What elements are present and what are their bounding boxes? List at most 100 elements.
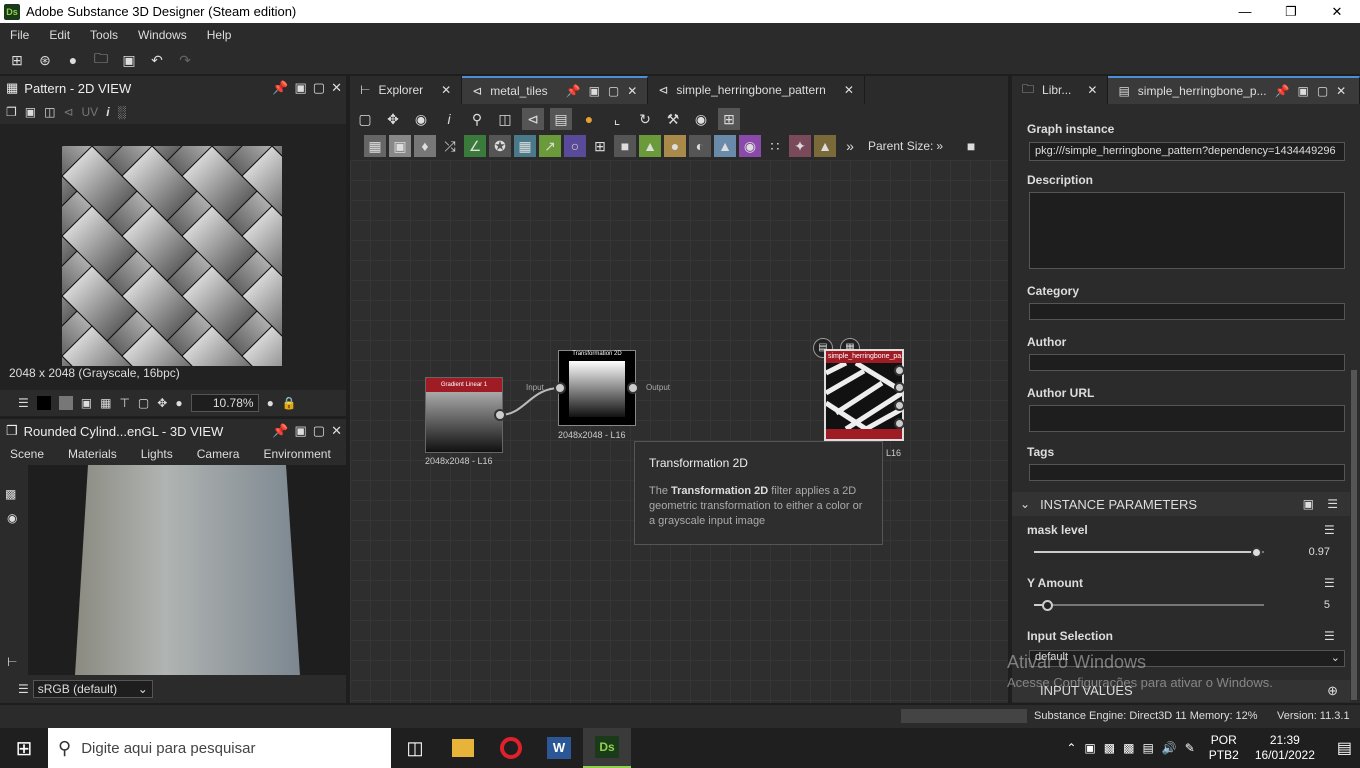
view3d-menu-environment[interactable]: Environment — [263, 447, 330, 461]
view2d-canvas[interactable]: 2048 x 2048 (Grayscale, 16bpc) — [0, 124, 346, 390]
start-button[interactable]: ⊞ — [0, 728, 48, 768]
y-amount-menu-icon[interactable]: ☰ — [1324, 576, 1335, 590]
transform-node-icon[interactable]: ▦ — [514, 135, 536, 157]
node-herringbone[interactable]: simple_herringbone_pa... — [824, 349, 904, 441]
menu-file[interactable]: File — [0, 28, 39, 42]
input-values-section[interactable]: INPUT VALUES ⊕ — [1012, 680, 1350, 702]
node-transform-output-port[interactable] — [627, 382, 639, 394]
close-icon[interactable]: ✕ — [844, 83, 854, 97]
float-icon[interactable]: ▣ — [295, 80, 307, 96]
y-amount-handle[interactable] — [1041, 600, 1053, 611]
node-layout-icon[interactable]: ⊲ — [522, 108, 544, 130]
volume-icon[interactable]: 🔊 — [1162, 741, 1177, 755]
move-icon[interactable]: ✥ — [157, 396, 167, 410]
author-field[interactable] — [1029, 354, 1345, 371]
node-gradient-linear[interactable]: Gradient Linear 1 — [425, 377, 503, 453]
lock-icon[interactable]: 🔒 — [282, 396, 297, 410]
refresh-icon[interactable]: ↻ — [634, 108, 656, 130]
tab-metal-tiles[interactable]: ⊲ metal_tiles 📌 ▣ ▢ ✕ — [462, 76, 649, 104]
grayscale-node-icon[interactable]: ◐ — [689, 135, 711, 157]
tray-chevron-up-icon[interactable]: ⌃ — [1066, 741, 1076, 755]
info-icon[interactable]: i — [106, 105, 109, 119]
connect-icon[interactable]: ● — [578, 108, 600, 130]
tab-herringbone[interactable]: ⊲ simple_herringbone_pattern ✕ — [648, 76, 865, 104]
new-package-icon[interactable]: ⊛ — [34, 49, 56, 71]
more-icon[interactable]: » — [936, 139, 943, 153]
camera-tray-icon[interactable]: ▩ — [1123, 741, 1134, 755]
maximize-panel-icon[interactable]: ▢ — [313, 423, 325, 439]
target-icon[interactable]: ◉ — [690, 108, 712, 130]
close-button[interactable]: ✕ — [1314, 0, 1360, 23]
tab-properties[interactable]: ▤ simple_herringbone_p... 📌 ▣ ▢ ✕ — [1108, 76, 1360, 104]
maximize-panel-icon[interactable]: ▢ — [313, 80, 325, 96]
props-scrollbar[interactable] — [1351, 370, 1357, 700]
opera-icon[interactable] — [487, 737, 535, 759]
node-herringbone-port-3[interactable] — [894, 400, 905, 411]
clock[interactable]: 21:39 16/01/2022 — [1255, 733, 1315, 763]
camera-icon[interactable]: ▩ — [5, 487, 16, 501]
maximize-button[interactable]: ❐ — [1268, 0, 1314, 23]
close-panel-icon[interactable]: ✕ — [331, 423, 342, 439]
info-icon[interactable]: i — [438, 108, 460, 130]
copy-icon[interactable]: ❐ — [6, 105, 17, 119]
save-image-icon[interactable]: ▣ — [25, 105, 36, 119]
image-node-icon[interactable]: ▦ — [364, 135, 386, 157]
search-icon[interactable]: ⚲ — [466, 108, 488, 130]
float-icon[interactable]: ▣ — [1297, 84, 1308, 98]
minimize-button[interactable]: — — [1222, 0, 1268, 23]
blend-node-icon[interactable]: ● — [664, 135, 686, 157]
undo-icon[interactable]: ↶ — [146, 49, 168, 71]
close-icon[interactable]: ✕ — [627, 84, 637, 98]
channels-icon[interactable]: ☰ — [18, 396, 29, 410]
menu-edit[interactable]: Edit — [39, 28, 80, 42]
screenshot-icon[interactable]: ◉ — [410, 108, 432, 130]
colorspace-select[interactable]: sRGB (default) ⌄ — [32, 680, 153, 698]
menu-windows[interactable]: Windows — [128, 28, 197, 42]
view3d-canvas[interactable]: ▩ ◉ ⊢ — [0, 465, 346, 675]
layers-icon[interactable]: ☰ — [18, 682, 29, 696]
tiling-icon[interactable]: ⊤ — [119, 396, 129, 410]
tags-field[interactable] — [1029, 464, 1345, 481]
align-icon[interactable]: ◫ — [494, 108, 516, 130]
instance-parameters-section[interactable]: ⌄ INSTANCE PARAMETERS ▣ ☰ — [1012, 492, 1350, 516]
tile-node-icon[interactable]: ⊞ — [589, 135, 611, 157]
light-icon[interactable]: ◉ — [7, 511, 17, 525]
zoom-plus-icon[interactable]: ● — [267, 396, 274, 410]
network-icon[interactable]: ▣ — [1084, 741, 1095, 755]
bitmap-node-icon[interactable]: ∷ — [764, 135, 786, 157]
category-field[interactable] — [1029, 303, 1345, 320]
menu-icon[interactable]: ☰ — [1327, 497, 1338, 511]
pin-icon[interactable]: 📌 — [1275, 84, 1290, 98]
open-folder-icon[interactable]: 🗀 — [90, 49, 112, 71]
node-herringbone-port-4[interactable] — [894, 418, 905, 429]
uv-dropdown[interactable]: UV — [82, 105, 99, 119]
maximize-panel-icon[interactable]: ▢ — [1317, 84, 1328, 98]
tab-library[interactable]: 🗀 Libr... ✕ — [1012, 76, 1109, 104]
designer-taskbar-icon[interactable]: Ds — [583, 728, 631, 768]
grid-icon[interactable]: ▦ — [100, 396, 111, 410]
save-icon[interactable]: ▣ — [118, 49, 140, 71]
mask-level-handle[interactable] — [1251, 547, 1263, 558]
grid-toggle-icon[interactable]: ⊞ — [718, 108, 740, 130]
node-transform-input-port[interactable] — [554, 382, 566, 394]
close-panel-icon[interactable]: ✕ — [331, 80, 342, 96]
node-transformation-2d[interactable]: Transformation 2D — [558, 350, 636, 426]
author-url-field[interactable] — [1029, 405, 1345, 432]
close-icon[interactable]: ✕ — [441, 83, 451, 97]
resize-icon[interactable]: ■ — [960, 135, 982, 157]
black-swatch[interactable] — [36, 396, 51, 410]
close-icon[interactable]: ✕ — [1087, 83, 1097, 97]
levels-node-icon[interactable]: ▲ — [639, 135, 661, 157]
description-field[interactable] — [1029, 192, 1345, 269]
menu-help[interactable]: Help — [197, 28, 242, 42]
notification-icon[interactable]: ▤ — [1337, 738, 1352, 758]
node-herringbone-port-1[interactable] — [894, 365, 905, 376]
display-icon[interactable]: ▣ — [81, 396, 92, 410]
curve-node-icon[interactable]: ∠ — [464, 135, 486, 157]
file-explorer-icon[interactable] — [439, 739, 487, 757]
spline-node-icon[interactable]: ✦ — [789, 135, 811, 157]
hierarchy-icon[interactable]: ⊢ — [7, 655, 17, 669]
new-graph-icon[interactable]: ⊞ — [6, 49, 28, 71]
blur-node-icon[interactable]: ♦ — [414, 135, 436, 157]
language-indicator[interactable]: POR PTB2 — [1209, 733, 1239, 763]
